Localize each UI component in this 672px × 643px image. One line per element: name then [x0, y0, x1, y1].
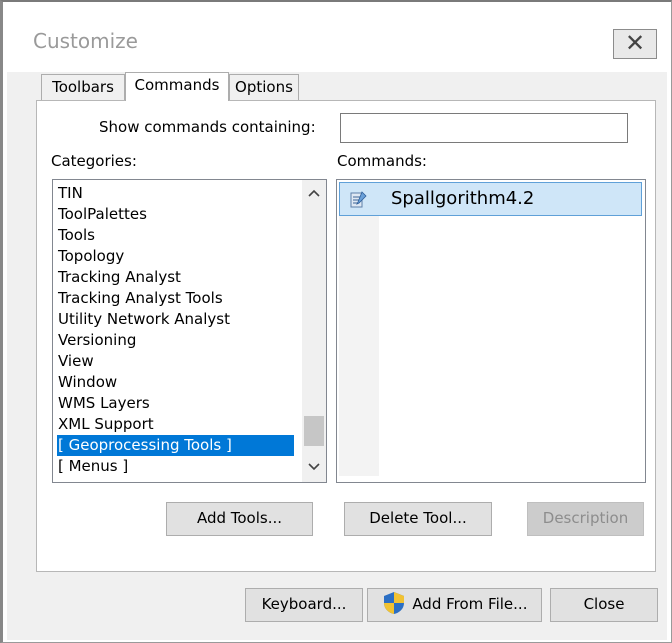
- commands-list[interactable]: Spallgorithm4.2: [336, 179, 646, 483]
- close-window-button[interactable]: ✕: [613, 29, 657, 59]
- chevron-down-icon: [308, 463, 320, 471]
- list-item[interactable]: Tools: [57, 225, 294, 246]
- commands-label: Commands:: [337, 152, 427, 170]
- dialog-client-area: Toolbars Commands Options Show commands …: [7, 72, 667, 640]
- icon-column: [339, 216, 379, 476]
- scroll-down-button[interactable]: [302, 456, 326, 478]
- tab-label: Toolbars: [52, 78, 114, 96]
- commands-tab-panel: Show commands containing: Categories: Co…: [36, 100, 656, 572]
- list-item[interactable]: Versioning: [57, 330, 294, 351]
- tab-options[interactable]: Options: [229, 74, 299, 100]
- categories-scrollbar[interactable]: [302, 180, 326, 482]
- list-item[interactable]: XML Support: [57, 414, 294, 435]
- scroll-thumb[interactable]: [304, 416, 324, 446]
- list-item[interactable]: Topology: [57, 246, 294, 267]
- tab-label: Options: [235, 78, 293, 96]
- add-from-file-label: Add From File...: [412, 595, 528, 613]
- script-tool-icon: [350, 191, 367, 208]
- list-item[interactable]: View: [57, 351, 294, 372]
- list-item[interactable]: ToolPalettes: [57, 204, 294, 225]
- list-item-selected[interactable]: [ Geoprocessing Tools ]: [57, 435, 294, 456]
- list-item-selected[interactable]: Spallgorithm4.2: [339, 182, 642, 216]
- list-item[interactable]: Tracking Analyst Tools: [57, 288, 294, 309]
- categories-label: Categories:: [51, 152, 137, 170]
- list-item[interactable]: Utility Network Analyst: [57, 309, 294, 330]
- add-tools-button[interactable]: Add Tools...: [166, 502, 313, 536]
- title-bar[interactable]: Customize ✕: [7, 6, 671, 72]
- list-item[interactable]: TIN: [57, 183, 294, 204]
- delete-tool-button[interactable]: Delete Tool...: [344, 502, 492, 536]
- customize-dialog: Customize ✕ Toolbars Commands Options Sh…: [0, 0, 672, 643]
- close-icon: ✕: [624, 29, 646, 57]
- categories-list[interactable]: TIN ToolPalettes Tools Topology Tracking…: [52, 179, 327, 483]
- keyboard-button[interactable]: Keyboard...: [245, 588, 363, 622]
- tab-toolbars[interactable]: Toolbars: [41, 74, 125, 100]
- command-label: Spallgorithm4.2: [391, 188, 535, 209]
- search-label: Show commands containing:: [99, 118, 316, 136]
- list-item[interactable]: [ Menus ]: [57, 456, 294, 477]
- list-item[interactable]: Tracking Analyst: [57, 267, 294, 288]
- window-title: Customize: [33, 29, 138, 53]
- shield-icon: [383, 592, 404, 614]
- add-from-file-button[interactable]: Add From File...: [367, 588, 542, 622]
- list-item[interactable]: Window: [57, 372, 294, 393]
- tab-commands[interactable]: Commands: [125, 72, 229, 101]
- scroll-up-button[interactable]: [302, 182, 326, 204]
- search-input[interactable]: [340, 113, 628, 143]
- tab-label: Commands: [134, 76, 220, 94]
- chevron-up-icon: [308, 189, 320, 197]
- description-button: Description: [527, 502, 644, 536]
- close-button[interactable]: Close: [550, 588, 658, 622]
- list-item[interactable]: WMS Layers: [57, 393, 294, 414]
